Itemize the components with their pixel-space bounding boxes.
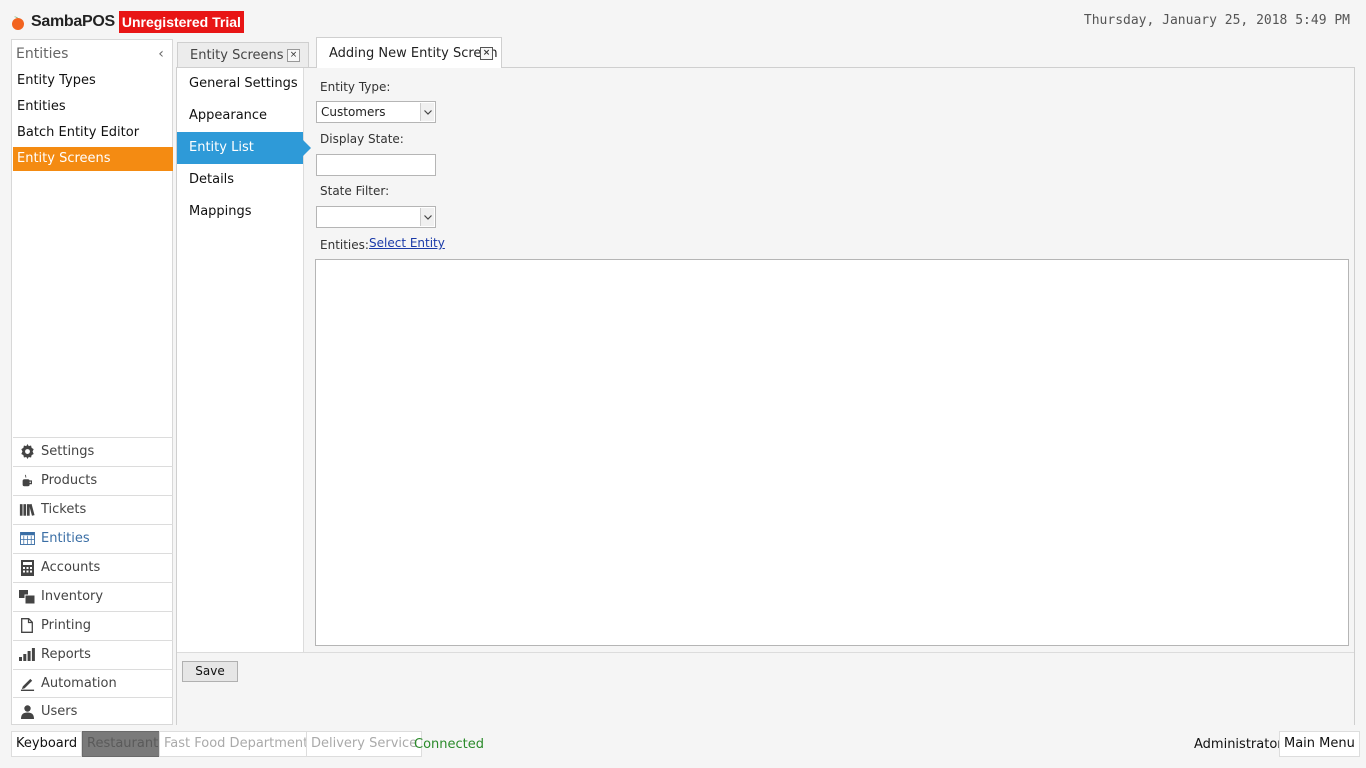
books-icon bbox=[19, 502, 35, 518]
nav-label: Users bbox=[41, 703, 78, 719]
table-icon bbox=[19, 531, 35, 547]
editor-panel: General Settings Appearance Entity List … bbox=[176, 67, 1355, 725]
nav-inventory[interactable]: Inventory bbox=[13, 582, 173, 610]
state-filter-dropdown[interactable] bbox=[316, 206, 436, 228]
action-bar: Save bbox=[177, 652, 1354, 725]
nav-settings[interactable]: Settings bbox=[13, 437, 173, 465]
datetime-display: Thursday, January 25, 2018 5:49 PM bbox=[1083, 13, 1350, 28]
chevron-down-icon bbox=[420, 103, 434, 121]
trial-badge: Unregistered Trial bbox=[118, 11, 244, 33]
coffee-cup-icon bbox=[19, 473, 35, 489]
section-appearance[interactable]: Appearance bbox=[177, 100, 303, 132]
nav-label: Inventory bbox=[41, 588, 104, 604]
save-button[interactable]: Save bbox=[182, 661, 238, 682]
nav-label: Products bbox=[41, 472, 98, 488]
boxes-icon bbox=[19, 589, 35, 605]
select-entity-link[interactable]: Select Entity bbox=[369, 236, 445, 250]
sidebar-item-entity-screens[interactable]: Entity Screens bbox=[13, 147, 173, 171]
chevron-down-icon bbox=[420, 208, 434, 226]
section-entity-list[interactable]: Entity List bbox=[177, 132, 311, 164]
app-logo: SambaPOS Unregistered Trial bbox=[10, 10, 244, 34]
apple-logo-icon bbox=[12, 16, 24, 30]
entity-type-dropdown[interactable]: Customers bbox=[316, 101, 436, 123]
section-general-settings[interactable]: General Settings bbox=[177, 68, 303, 100]
sidebar: Entities ‹ Entity Types Entities Batch E… bbox=[11, 39, 173, 725]
current-user: Administrator bbox=[1194, 737, 1283, 752]
nav-label: Entities bbox=[41, 530, 90, 546]
nav-printing[interactable]: Printing bbox=[13, 611, 173, 639]
tab-label: Adding New Entity Screen bbox=[329, 45, 498, 61]
nav-label: Accounts bbox=[41, 559, 101, 575]
keyboard-button[interactable]: Keyboard bbox=[11, 731, 83, 757]
tab-entity-screens[interactable]: Entity Screens × bbox=[177, 42, 309, 67]
delivery-service-button[interactable]: Delivery Service bbox=[306, 731, 423, 757]
user-icon bbox=[19, 704, 35, 720]
main-menu-button[interactable]: Main Menu bbox=[1279, 731, 1360, 757]
fast-food-department-button[interactable]: Fast Food Department bbox=[159, 731, 314, 757]
nav-label: Automation bbox=[41, 675, 117, 691]
nav-products[interactable]: Products bbox=[13, 466, 173, 494]
nav-entities[interactable]: Entities bbox=[13, 524, 173, 552]
sidebar-title: Entities bbox=[16, 46, 69, 62]
sidebar-item-batch-entity-editor[interactable]: Batch Entity Editor bbox=[13, 121, 173, 145]
app-name: SambaPOS bbox=[31, 13, 115, 30]
document-icon bbox=[19, 618, 35, 634]
bar-chart-icon bbox=[19, 647, 35, 663]
gear-icon bbox=[19, 444, 35, 460]
nav-reports[interactable]: Reports bbox=[13, 640, 173, 668]
state-filter-label: State Filter: bbox=[320, 184, 390, 198]
connection-status: Connected bbox=[414, 737, 485, 752]
entity-type-label: Entity Type: bbox=[320, 80, 391, 94]
pencil-icon bbox=[19, 676, 35, 692]
collapse-sidebar-button[interactable]: ‹ bbox=[154, 46, 168, 62]
close-icon[interactable]: × bbox=[480, 46, 493, 60]
sidebar-header: Entities ‹ bbox=[16, 46, 168, 64]
restaurant-department-button[interactable]: Restaurant bbox=[82, 731, 164, 757]
display-state-label: Display State: bbox=[320, 132, 404, 146]
nav-users[interactable]: Users bbox=[13, 697, 173, 725]
entity-type-value: Customers bbox=[321, 105, 386, 119]
sidebar-item-entities[interactable]: Entities bbox=[13, 95, 173, 119]
nav-label: Tickets bbox=[41, 501, 87, 517]
section-nav: General Settings Appearance Entity List … bbox=[177, 68, 311, 652]
nav-label: Printing bbox=[41, 617, 92, 633]
nav-automation[interactable]: Automation bbox=[13, 669, 173, 697]
sidebar-item-entity-types[interactable]: Entity Types bbox=[13, 69, 173, 93]
section-mappings[interactable]: Mappings bbox=[177, 196, 303, 228]
nav-accounts[interactable]: Accounts bbox=[13, 553, 173, 581]
nav-label: Settings bbox=[41, 443, 95, 459]
tab-adding-new-entity-screen[interactable]: Adding New Entity Screen × bbox=[316, 37, 502, 68]
calculator-icon bbox=[19, 559, 35, 576]
nav-tickets[interactable]: Tickets bbox=[13, 495, 173, 523]
display-state-input[interactable] bbox=[316, 154, 436, 176]
section-details[interactable]: Details bbox=[177, 164, 303, 196]
entity-list-box[interactable] bbox=[315, 259, 1349, 646]
close-icon[interactable]: × bbox=[287, 48, 300, 62]
nav-label: Reports bbox=[41, 646, 91, 662]
tab-label: Entity Screens bbox=[190, 47, 284, 63]
entities-label: Entities: bbox=[320, 238, 369, 252]
